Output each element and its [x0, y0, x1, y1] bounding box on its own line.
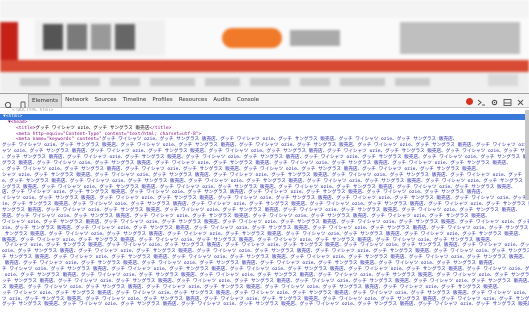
web-side-button[interactable]	[488, 74, 518, 86]
meta-keywords-content-line: ッチ サングラス 販売店、グッチ ワイシャツ ozie、グッチ サングラス 販売…	[2, 278, 529, 284]
scrollbar-thumb[interactable]	[525, 110, 529, 200]
web-logo-text[interactable]	[290, 30, 340, 46]
toolbar-right-controls	[466, 95, 525, 108]
web-top-strip	[0, 0, 529, 18]
meta-keywords-content-line: ワイシャツ ozie、グッチ サングラス 販売店、グッチ ワイシャツ ozie、…	[2, 219, 529, 225]
tab-elements[interactable]: Elements	[28, 94, 63, 107]
tab-sources[interactable]: Sources	[91, 94, 119, 107]
meta-keywords-content-line: ス 販売店、グッチ ワイシャツ ozie、グッチ サングラス 販売店、グッチ ワ…	[2, 284, 502, 290]
meta-keywords-content-line: 、グッチ ワイシャツ ozie、グッチ サングラス 販売店、グッチ ワイシャツ …	[2, 166, 481, 172]
browser-window: Elements Network Sources Timeline Profil…	[0, 0, 529, 317]
title-close-tag: </title>	[149, 125, 172, 131]
meta-keywords-node[interactable]: <meta name="keywords" content="グッチ ワイシャツ…	[0, 137, 529, 308]
meta-keywords-content-line: ッチ ワイシャツ ozie、グッチ サングラス 販売店、グッチ ワイシャツ oz…	[2, 290, 529, 296]
meta-keywords-content-line: e、グッチ サングラス 販売店、グッチ ワイシャツ ozie、グッチ サングラス…	[2, 178, 529, 184]
tab-console[interactable]: Console	[234, 94, 262, 107]
web-sub-nav	[0, 72, 529, 93]
tab-resources[interactable]: Resources	[176, 94, 211, 107]
tab-profiles[interactable]: Profiles	[149, 94, 175, 107]
meta-keywords-content-line: サングラス 販売店、グッチ ワイシャツ ozie、グッチ サングラス 販売店、グ…	[2, 231, 523, 237]
meta-keywords-open: <meta name="keywords" content="	[16, 137, 102, 143]
error-icon[interactable]	[466, 98, 473, 105]
elements-dom-tree[interactable]: <!DOCTYPE html> ▼<html> ▼<head> <title>グ…	[0, 108, 529, 317]
title-open-tag: <title>	[16, 125, 36, 131]
web-logo-orange[interactable]	[222, 28, 282, 48]
search-icon[interactable]	[4, 96, 14, 110]
device-icon[interactable]	[18, 96, 28, 110]
meta-keywords-content-line: シャツ ozie、グッチ サングラス 販売店、グッチ ワイシャツ ozie、グッ…	[2, 172, 529, 178]
tab-network[interactable]: Network	[62, 94, 91, 107]
tab-audits[interactable]: Audits	[210, 94, 234, 107]
meta-keywords-content-line: ozie、グッチ サングラス 販売店、グッチ ワイシャツ ozie、グッチ サン…	[2, 272, 529, 278]
devtools-toolbar: Elements Network Sources Timeline Profil…	[0, 93, 529, 110]
meta-keywords-content-line: グッチ サングラス 販売店、グッチ ワイシャツ ozie、グッチ サングラス 販…	[2, 302, 529, 308]
web-logo-left[interactable]	[35, 20, 165, 56]
web-header-banner[interactable]	[400, 22, 520, 54]
web-nav-bar[interactable]	[0, 60, 529, 72]
meta-keywords-content-line: zie、グッチ サングラス 販売店、グッチ ワイシャツ ozie、グッチ サング…	[2, 225, 529, 231]
meta-keywords-content: グッチ ワイシャツ ozie、グッチ サングラス 販売店、グッチ ワイシャツ o…	[101, 137, 458, 143]
tab-timeline[interactable]: Timeline	[120, 94, 150, 107]
title-text: グッチ ワイシャツ ozie、グッチ サングラス 販売店	[35, 125, 150, 131]
web-page-viewport[interactable]	[0, 0, 529, 93]
